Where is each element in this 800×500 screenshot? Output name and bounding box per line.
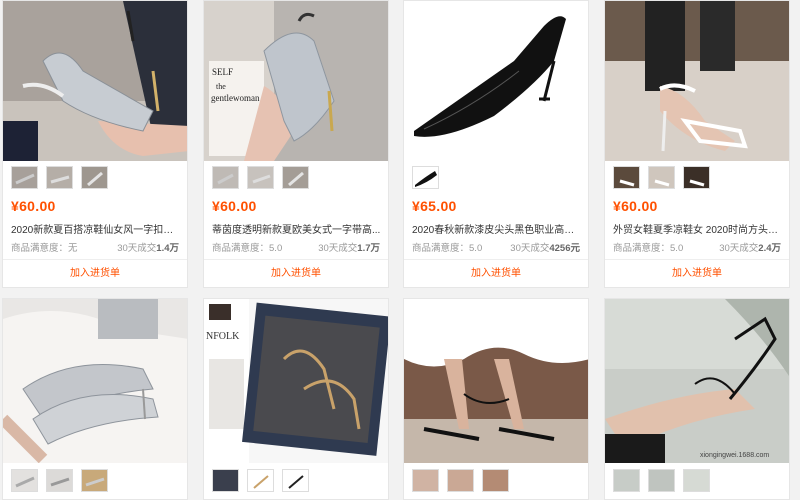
- thumbnail[interactable]: [447, 469, 474, 492]
- product-card[interactable]: xiongingwei.1688.com: [604, 298, 790, 500]
- svg-text:the: the: [216, 82, 226, 91]
- rating: 商品满意度：5.0: [613, 243, 684, 254]
- product-card[interactable]: ¥60.00 外贸女鞋夏季凉鞋女 2020时尚方头bv... 商品满意度：5.0…: [604, 0, 790, 288]
- thumbnail[interactable]: [648, 166, 675, 189]
- thumbnail[interactable]: [613, 166, 640, 189]
- thumbnail[interactable]: [46, 469, 73, 492]
- svg-text:xiongingwei.1688.com: xiongingwei.1688.com: [700, 452, 769, 459]
- product-title[interactable]: 2020春秋新款漆皮尖头黑色职业高跟...: [412, 221, 582, 236]
- thumbnail[interactable]: [412, 469, 439, 492]
- product-image[interactable]: xiongingwei.1688.com: [605, 299, 789, 463]
- thumbnail[interactable]: [412, 166, 439, 189]
- sales: 30天成交4256元: [510, 243, 580, 254]
- add-to-cart-button[interactable]: 加入进货单: [204, 259, 388, 287]
- svg-text:SELF: SELF: [212, 67, 233, 77]
- product-grid: ¥60.00 2020新款夏百搭凉鞋仙女风一字扣带... 商品满意度：无 30天…: [0, 0, 800, 500]
- sales: 30天成交1.7万: [318, 243, 380, 254]
- product-meta: 商品满意度：5.0 30天成交4256元: [412, 240, 580, 254]
- thumbnail[interactable]: [247, 166, 274, 189]
- product-title[interactable]: 外贸女鞋夏季凉鞋女 2020时尚方头bv...: [613, 221, 783, 236]
- thumbnail[interactable]: [247, 469, 274, 492]
- product-title[interactable]: 蒂茵度透明新款夏欧美女式一字带高...: [212, 221, 382, 236]
- product-image[interactable]: SELF the gentlewoman: [204, 1, 388, 161]
- add-to-cart-button[interactable]: 加入进货单: [3, 259, 187, 287]
- product-meta: 商品满意度：无 30天成交1.4万: [11, 240, 179, 254]
- thumbnail[interactable]: [648, 469, 675, 492]
- thumbnail-strip: [11, 166, 108, 192]
- thumbnail-strip: [412, 469, 509, 495]
- thumbnail-strip: [412, 166, 439, 192]
- thumbnail[interactable]: [482, 469, 509, 492]
- product-card[interactable]: SELF the gentlewoman ¥60.00 蒂茵度透明新款夏欧美女式…: [203, 0, 389, 288]
- product-card[interactable]: ¥60.00 2020新款夏百搭凉鞋仙女风一字扣带... 商品满意度：无 30天…: [2, 0, 188, 288]
- thumbnail-strip: [613, 469, 710, 495]
- product-image[interactable]: [404, 1, 588, 161]
- thumbnail[interactable]: [683, 469, 710, 492]
- rating: 商品满意度：无: [11, 243, 78, 254]
- thumbnail[interactable]: [212, 166, 239, 189]
- thumbnail-strip: [212, 469, 309, 495]
- thumbnail[interactable]: [46, 166, 73, 189]
- add-to-cart-button[interactable]: 加入进货单: [605, 259, 789, 287]
- thumbnail[interactable]: [11, 469, 38, 492]
- product-price: ¥60.00: [11, 198, 56, 214]
- rating: 商品满意度：5.0: [412, 243, 483, 254]
- product-price: ¥60.00: [212, 198, 257, 214]
- svg-text:NFOLK: NFOLK: [206, 331, 240, 342]
- thumbnail[interactable]: [11, 166, 38, 189]
- rating: 商品满意度：5.0: [212, 243, 283, 254]
- thumbnail-strip: [613, 166, 710, 192]
- svg-text:gentlewoman: gentlewoman: [211, 93, 260, 103]
- product-image[interactable]: [3, 299, 187, 463]
- thumbnail[interactable]: [613, 469, 640, 492]
- product-card[interactable]: [403, 298, 589, 500]
- thumbnail-strip: [212, 166, 309, 192]
- thumbnail[interactable]: [212, 469, 239, 492]
- thumbnail[interactable]: [282, 166, 309, 189]
- sales: 30天成交1.4万: [117, 243, 179, 254]
- product-image[interactable]: [605, 1, 789, 161]
- thumbnail[interactable]: [282, 469, 309, 492]
- product-image[interactable]: NFOLK: [204, 299, 388, 463]
- product-card[interactable]: [2, 298, 188, 500]
- product-card[interactable]: ¥65.00 2020春秋新款漆皮尖头黑色职业高跟... 商品满意度：5.0 3…: [403, 0, 589, 288]
- thumbnail[interactable]: [81, 469, 108, 492]
- product-title[interactable]: 2020新款夏百搭凉鞋仙女风一字扣带...: [11, 221, 181, 236]
- thumbnail[interactable]: [683, 166, 710, 189]
- product-price: ¥60.00: [613, 198, 658, 214]
- product-card[interactable]: NFOLK: [203, 298, 389, 500]
- product-image[interactable]: [3, 1, 187, 161]
- product-image[interactable]: [404, 299, 588, 463]
- product-meta: 商品满意度：5.0 30天成交1.7万: [212, 240, 380, 254]
- product-meta: 商品满意度：5.0 30天成交2.4万: [613, 240, 781, 254]
- product-price: ¥65.00: [412, 198, 457, 214]
- sales: 30天成交2.4万: [719, 243, 781, 254]
- add-to-cart-button[interactable]: 加入进货单: [404, 259, 588, 287]
- thumbnail[interactable]: [81, 166, 108, 189]
- thumbnail-strip: [11, 469, 108, 495]
